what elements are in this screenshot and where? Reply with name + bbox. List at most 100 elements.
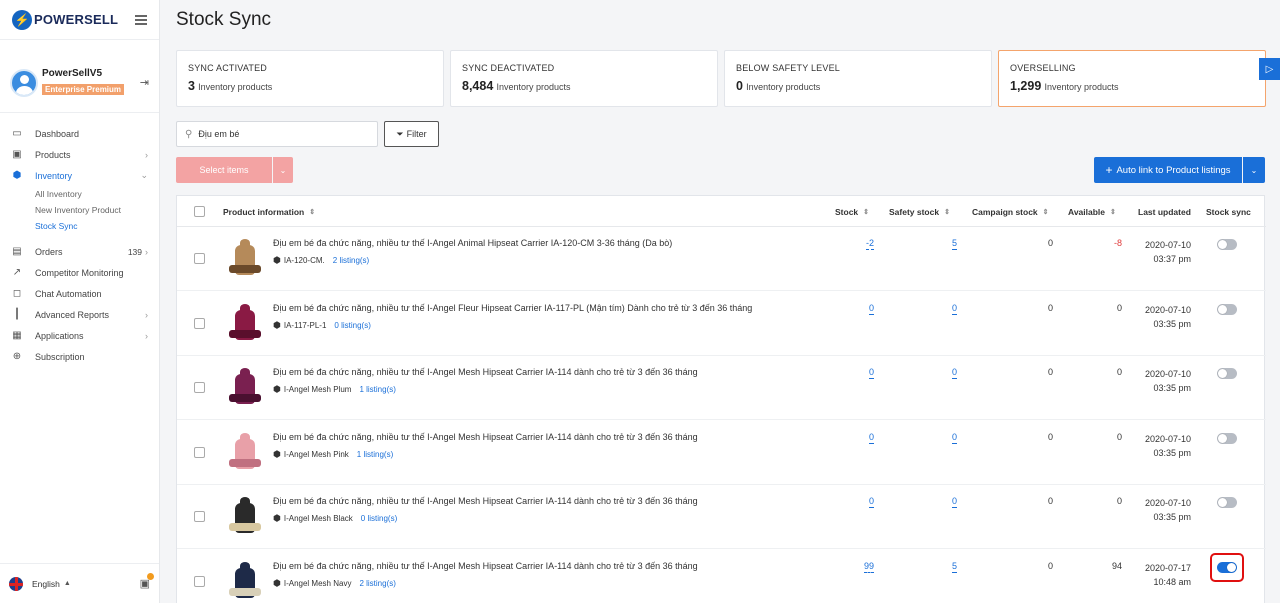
product-name[interactable]: Địu em bé đa chức năng, nhiều tư thế I-A… <box>273 238 672 248</box>
logout-icon[interactable]: ⇥ <box>140 76 149 89</box>
chevron-right-icon: › <box>145 330 148 341</box>
safety-stock-value[interactable]: 0 <box>951 496 957 508</box>
side-panel-toggle-button[interactable]: ▷ <box>1259 58 1280 80</box>
auto-link-button[interactable]: + Auto link to Product listings <box>1094 157 1242 183</box>
row-checkbox[interactable] <box>194 317 205 329</box>
grid-icon: ▦ <box>12 330 22 341</box>
sidebar-item-orders[interactable]: ▤ Orders 139 › <box>0 241 159 262</box>
sort-icon: ⇕ <box>309 208 316 216</box>
stat-card-sync-deactivated[interactable]: SYNC DEACTIVATED 8,484 Inventory product… <box>450 50 718 107</box>
sidebar-item-inventory[interactable]: ⬢ Inventory ⌄ <box>0 165 159 186</box>
safety-stock-value[interactable]: 5 <box>951 238 957 250</box>
sidebar-item-applications[interactable]: ▦ Applications › <box>0 325 159 346</box>
user-name: PowerSellV5 <box>42 68 103 79</box>
avatar[interactable] <box>10 68 38 97</box>
stock-value[interactable]: 99 <box>863 561 874 573</box>
stock-sync-toggle[interactable] <box>1217 497 1237 508</box>
search-input[interactable] <box>198 129 369 139</box>
last-updated: 2020-07-10 03:35 pm <box>1121 496 1191 524</box>
col-safety-stock[interactable]: Safety stock ⇕ <box>889 196 950 227</box>
cube-icon: ⬢ <box>273 448 281 459</box>
stat-title: OVERSELLING <box>1010 63 1076 73</box>
sidebar-subitem-stock-sync[interactable]: Stock Sync <box>0 218 159 234</box>
product-thumbnail[interactable] <box>225 560 265 603</box>
sidebar-subitem-all-inventory[interactable]: All Inventory <box>0 186 159 202</box>
listings-link[interactable]: 0 listing(s) <box>334 321 370 330</box>
listings-link[interactable]: 2 listing(s) <box>333 256 369 265</box>
stat-card-sync-activated[interactable]: SYNC ACTIVATED 3 Inventory products <box>176 50 444 107</box>
safety-stock-value[interactable]: 0 <box>951 367 957 379</box>
product-thumbnail[interactable] <box>225 366 265 410</box>
select-items-button[interactable]: Select items <box>176 157 272 183</box>
chevron-right-icon: › <box>145 149 148 160</box>
product-name[interactable]: Địu em bé đa chức năng, nhiều tư thế I-A… <box>273 561 698 571</box>
stat-card-overselling[interactable]: OVERSELLING 1,299 Inventory products <box>998 50 1266 107</box>
sidebar-item-competitor-monitoring[interactable]: ↗ Competitor Monitoring <box>0 262 159 283</box>
stock-value[interactable]: 0 <box>868 496 874 508</box>
language-selector[interactable]: English <box>32 579 60 589</box>
sidebar-subitem-new-inventory-product[interactable]: New Inventory Product <box>0 202 159 218</box>
chevron-down-icon: ⌄ <box>1250 165 1258 175</box>
sort-icon: ⇕ <box>863 208 870 216</box>
sidebar-item-products[interactable]: ▣ Products › <box>0 144 159 165</box>
listings-link[interactable]: 1 listing(s) <box>357 450 393 459</box>
safety-stock-value[interactable]: 5 <box>951 561 957 573</box>
row-checkbox[interactable] <box>194 446 205 458</box>
product-thumbnail[interactable] <box>225 431 265 475</box>
stock-value[interactable]: -2 <box>865 238 874 250</box>
stock-value[interactable]: 0 <box>868 303 874 315</box>
stat-unit: Inventory products <box>198 82 273 92</box>
stock-sync-toggle[interactable] <box>1217 303 1237 315</box>
safety-stock-value[interactable]: 0 <box>951 303 957 315</box>
thumb-belt <box>229 587 261 596</box>
sidebar-item-chat-automation[interactable]: ◻ Chat Automation <box>0 283 159 304</box>
sidebar-item-subscription[interactable]: ⊕ Subscription <box>0 346 159 367</box>
row-checkbox[interactable] <box>194 253 205 264</box>
product-name[interactable]: Địu em bé đa chức năng, nhiều tư thế I-A… <box>273 496 698 506</box>
listings-link[interactable]: 0 listing(s) <box>361 514 397 523</box>
hamburger-menu-icon[interactable] <box>135 14 147 25</box>
product-thumbnail[interactable] <box>225 237 265 281</box>
stock-sync-toggle[interactable] <box>1217 432 1237 444</box>
campaign-stock-value: 0 <box>1047 496 1053 506</box>
table-row: Địu em bé đa chức năng, nhiều tư thế I-A… <box>177 550 1266 603</box>
user-box: PowerSellV5 Enterprise Premium ⇥ <box>0 53 159 113</box>
select-items-dropdown[interactable]: ⌄ <box>273 157 293 183</box>
bar-chart-icon: ┃ <box>13 309 21 320</box>
col-campaign-stock[interactable]: Campaign stock ⇕ <box>972 196 1049 227</box>
stat-card-below-safety-level[interactable]: BELOW SAFETY LEVEL 0 Inventory products <box>724 50 992 107</box>
listings-link[interactable]: 1 listing(s) <box>359 385 395 394</box>
col-label: Last updated <box>1138 206 1191 217</box>
table-row: Địu em bé đa chức năng, nhiều tư thế I-A… <box>177 356 1266 420</box>
product-name[interactable]: Địu em bé đa chức năng, nhiều tư thế I-A… <box>273 432 698 442</box>
search-box: ⚲ <box>176 121 378 147</box>
stock-value[interactable]: 0 <box>868 367 874 379</box>
product-thumbnail[interactable] <box>225 495 265 539</box>
product-name[interactable]: Địu em bé đa chức năng, nhiều tư thế I-A… <box>273 367 698 377</box>
row-checkbox[interactable] <box>194 575 205 587</box>
stock-sync-toggle[interactable] <box>1217 239 1237 250</box>
auto-link-dropdown[interactable]: ⌄ <box>1243 157 1265 183</box>
sort-icon: ⇕ <box>1042 208 1049 216</box>
stock-value[interactable]: 0 <box>868 432 874 444</box>
select-all-checkbox[interactable] <box>194 206 205 217</box>
product-thumbnail[interactable] <box>225 302 265 346</box>
product-name[interactable]: Địu em bé đa chức năng, nhiều tư thế I-A… <box>273 303 752 313</box>
safety-stock-value[interactable]: 0 <box>951 432 957 444</box>
filter-label: Filter <box>406 129 427 139</box>
row-checkbox[interactable] <box>194 511 205 522</box>
caret-up-icon: ▲ <box>63 580 71 587</box>
col-product-information[interactable]: Product information ⇕ <box>223 196 315 227</box>
col-stock[interactable]: Stock ⇕ <box>835 196 869 227</box>
table-header: Product information ⇕ Stock ⇕ Safety stock… <box>177 196 1266 227</box>
sidebar-footer: English ▲ ▣ <box>0 563 159 603</box>
row-checkbox[interactable] <box>194 382 205 393</box>
stock-sync-toggle[interactable] <box>1217 368 1237 379</box>
sidebar-item-advanced-reports[interactable]: ┃ Advanced Reports › <box>0 304 159 325</box>
col-available[interactable]: Available ⇕ <box>1068 196 1116 227</box>
last-updated-date: 2020-07-17 <box>1144 562 1191 573</box>
filter-button[interactable]: ⏷ Filter <box>384 121 439 147</box>
listings-link[interactable]: 2 listing(s) <box>359 579 395 588</box>
sidebar-item-dashboard[interactable]: ▭ Dashboard <box>0 123 159 144</box>
notification-icon[interactable]: ▣ <box>140 573 154 590</box>
